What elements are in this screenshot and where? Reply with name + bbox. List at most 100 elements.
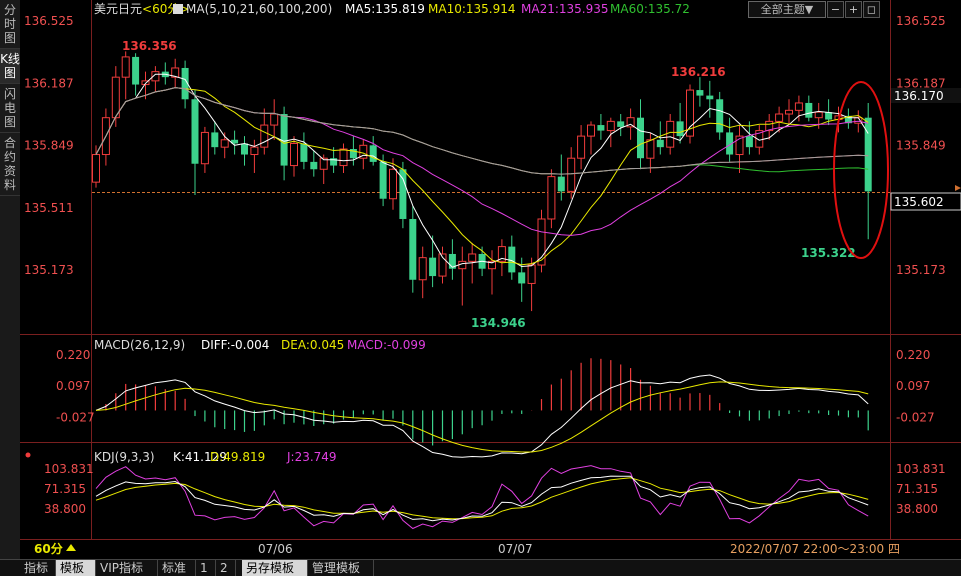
candle-body xyxy=(260,124,269,148)
kdj-tick-left: 103.831 xyxy=(44,462,94,476)
chart-area[interactable]: 美元日元<60分> MA(5,10,21,60,100,200) MA5:135… xyxy=(20,0,961,559)
fullscreen-icon[interactable]: ◻ xyxy=(863,1,880,18)
macd-tick-right: 0.220 xyxy=(896,348,930,362)
candle-body xyxy=(409,218,417,280)
candle-body xyxy=(527,264,536,284)
kdj-tick-right: 38.800 xyxy=(896,502,938,516)
candle-body xyxy=(300,143,308,162)
period-label[interactable]: 60分 xyxy=(34,541,63,556)
candle-body xyxy=(458,260,467,270)
candle-body xyxy=(111,76,120,119)
candle-body xyxy=(716,99,724,133)
corner-pad xyxy=(0,559,20,576)
candle-body xyxy=(606,120,615,132)
candle-body xyxy=(211,132,219,148)
tab-contract-info[interactable]: 合约资料 xyxy=(0,133,20,196)
candle-body xyxy=(270,113,279,126)
minus-icon[interactable]: − xyxy=(827,1,844,18)
low-label-1: 134.946 xyxy=(471,316,526,330)
candle-body xyxy=(250,146,259,156)
candle-body xyxy=(518,272,526,284)
time-range-label: 2022/07/07 22:00～23:00 四 xyxy=(730,542,900,556)
right-tick-label: 136.525 xyxy=(896,14,946,28)
candle-body xyxy=(92,154,100,183)
candle-body xyxy=(587,124,595,137)
tab-2[interactable]: 2 xyxy=(216,560,236,576)
candle-body xyxy=(399,169,407,219)
kdj-tick-left: 71.315 xyxy=(44,482,86,496)
ma21-value: MA21:135.935 xyxy=(521,2,609,16)
candle-body xyxy=(775,113,784,122)
candle-body xyxy=(706,95,714,100)
kdj-tick-right: 103.831 xyxy=(896,462,946,476)
tab-1[interactable]: 1 xyxy=(196,560,216,576)
candle-body xyxy=(617,121,625,127)
candle-body xyxy=(547,176,556,220)
ma-legend-icon xyxy=(173,4,183,14)
tab-timeshare[interactable]: 分时图 xyxy=(0,0,20,49)
plus-icon[interactable]: + xyxy=(845,1,862,18)
candle-body xyxy=(200,131,209,165)
candle-body xyxy=(418,257,427,281)
candle-body xyxy=(745,136,753,148)
candle-body xyxy=(577,135,586,159)
left-tick-label: 135.511 xyxy=(24,201,74,215)
macd-value: MACD:-0.099 xyxy=(347,338,426,352)
date-label-1: 07/06 xyxy=(258,542,293,556)
tab-template[interactable]: 模板 xyxy=(56,560,96,576)
candle-body xyxy=(805,102,813,118)
candle-body xyxy=(132,56,140,85)
candle-body xyxy=(508,246,516,273)
tab-manage-template[interactable]: 管理模板 xyxy=(308,560,374,576)
candle-body xyxy=(557,176,565,192)
ma-params: MA(5,10,21,60,100,200) xyxy=(186,2,332,16)
candle-body xyxy=(310,161,318,170)
candle-body xyxy=(429,257,437,277)
candle-body xyxy=(676,121,684,137)
candle-body xyxy=(191,99,199,164)
tab-standard[interactable]: 标准 xyxy=(158,560,196,576)
kdj-marker-icon xyxy=(25,452,31,458)
candle-body xyxy=(468,253,477,262)
left-tick-label: 135.849 xyxy=(24,139,74,153)
high-label-1: 136.356 xyxy=(122,39,177,53)
macd-tick-left: 0.220 xyxy=(56,348,90,362)
tab-kline[interactable]: K线图 xyxy=(0,49,20,84)
candle-body xyxy=(379,161,387,199)
macd-tick-right: 0.097 xyxy=(896,379,930,393)
current-price-text: 135.602 xyxy=(894,195,944,209)
candle-body xyxy=(220,139,229,148)
macd-diff: DIFF:-0.004 xyxy=(201,338,269,352)
right-tick-label: 135.173 xyxy=(896,263,946,277)
sidebar-tabs: 分时图 K线图 闪电图 合约资料 xyxy=(0,0,21,559)
macd-tick-left: 0.097 xyxy=(56,379,90,393)
tab-vip-indicators[interactable]: VIP指标 xyxy=(96,560,158,576)
candle-body xyxy=(597,125,605,131)
date-label-2: 07/07 xyxy=(498,542,533,556)
candle-body xyxy=(646,139,655,159)
candle-body xyxy=(339,148,348,167)
candle-body xyxy=(567,157,576,192)
candle-body xyxy=(290,142,298,167)
ma60-value: MA60:135.72 xyxy=(610,2,690,16)
ma5-value: MA5:135.819 xyxy=(345,2,425,16)
candle-body xyxy=(666,120,675,148)
candle-body xyxy=(369,145,377,162)
kdj-title: KDJ(9,3,3) xyxy=(94,450,155,464)
ma10-value: MA10:135.914 xyxy=(428,2,516,16)
candle-body xyxy=(389,168,397,200)
tab-lightning[interactable]: 闪电图 xyxy=(0,84,20,133)
candle-body xyxy=(656,139,664,148)
bottom-toolbar: 指标 模板 VIP指标 标准 1 2 另存模板 管理模板 xyxy=(20,559,961,576)
tab-indicators[interactable]: 指标 xyxy=(20,560,56,576)
tab-save-template[interactable]: 另存模板 xyxy=(242,560,308,576)
kdj-j: J:23.749 xyxy=(286,450,337,464)
macd-tick-left: -0.027 xyxy=(56,410,95,424)
left-tick-label: 136.187 xyxy=(24,76,74,90)
candle-body xyxy=(637,117,644,159)
candle-body xyxy=(785,109,793,115)
candle-body xyxy=(794,102,803,111)
kdj-tick-right: 71.315 xyxy=(896,482,938,496)
theme-select[interactable]: 全部主题▼ xyxy=(748,1,826,18)
candle-body xyxy=(814,111,823,119)
